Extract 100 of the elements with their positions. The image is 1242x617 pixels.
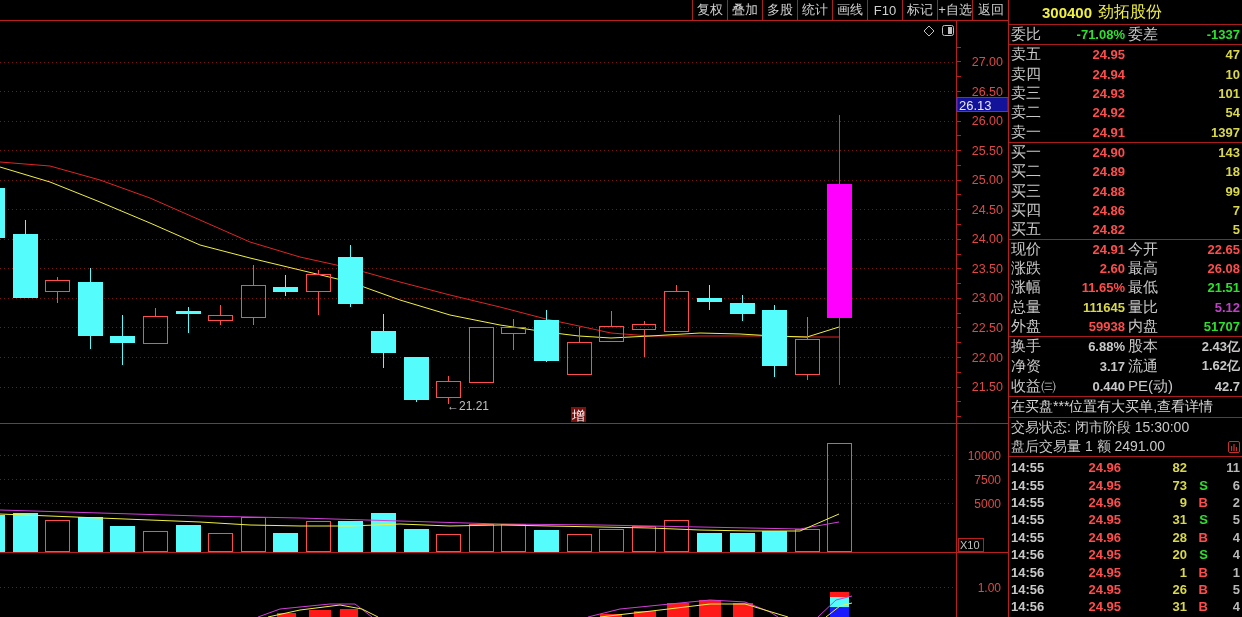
ask-volume: 101: [1217, 86, 1240, 101]
trade-volume: 26: [1171, 581, 1187, 597]
trade-time: 14:55: [1011, 477, 1046, 493]
volume-scale-label: X10: [958, 538, 984, 552]
trade-side: B: [1197, 529, 1209, 545]
volume-bar: [45, 520, 70, 552]
candlestick: [730, 294, 755, 322]
price-axis-label: 21.50: [971, 380, 1003, 395]
volume-bar: [371, 513, 396, 552]
field-label: 涨幅: [1011, 278, 1042, 298]
volume-bar: [13, 513, 38, 552]
candlestick: [795, 316, 820, 381]
bid-volume: 7: [1231, 202, 1240, 218]
trade-time: 14:55: [1011, 460, 1046, 476]
histogram-bar: [830, 592, 849, 617]
volume-bar: [501, 524, 526, 552]
ask-level-label: 卖四: [1011, 64, 1042, 84]
volume-bar: [469, 524, 494, 552]
trade-status: 交易状态: 闭市阶段 15:30:00: [1011, 418, 1190, 437]
low-price-marker: ←21.21: [447, 399, 490, 413]
volume-bar: [534, 530, 559, 552]
bid-price: 24.88: [1091, 183, 1125, 199]
price-axis-label: 22.50: [971, 320, 1003, 335]
field-label: 涨跌: [1011, 259, 1042, 279]
trade-price: 24.96: [1087, 529, 1121, 545]
bar-chart-icon[interactable]: [1228, 440, 1240, 453]
field-label: 委差: [1127, 25, 1159, 44]
field-value: 3.17: [1098, 359, 1125, 374]
candlestick: [45, 276, 70, 304]
field-value: 59938: [1087, 318, 1125, 334]
price-axis-label: 23.00: [971, 291, 1003, 306]
ask-price: 24.95: [1091, 47, 1125, 63]
volume-bar: [273, 533, 298, 552]
current-price-tag: 26.13: [956, 97, 1008, 113]
field-label: 换手: [1011, 337, 1042, 357]
bid-price: 24.86: [1091, 202, 1125, 218]
volume-bar: [697, 533, 722, 552]
volume-bar: [78, 517, 103, 552]
bid-volume: 18: [1224, 164, 1240, 180]
field-value: 5.12: [1213, 299, 1240, 315]
candlestick: [241, 264, 266, 326]
diamond-icon[interactable]: [923, 25, 935, 37]
field-value: -71.08%: [1075, 27, 1125, 42]
trade-volume: 82: [1171, 460, 1187, 476]
field-label: PE(动): [1127, 376, 1174, 396]
after-hours-volume: 盘后交易量 1 额 2491.00: [1011, 437, 1166, 456]
trade-count: 4: [1231, 547, 1240, 563]
bid-volume: 143: [1217, 145, 1240, 161]
price-axis-label: 24.00: [971, 232, 1003, 247]
trade-count: 5: [1231, 581, 1240, 597]
trade-count: 5: [1231, 512, 1240, 528]
volume-bar: [730, 533, 755, 552]
candlestick: [273, 274, 298, 297]
field-value: 24.91: [1091, 242, 1125, 258]
volume-axis-label: 10000: [967, 449, 1001, 463]
ask-level-label: 卖五: [1011, 45, 1042, 65]
field-value: 21.51: [1206, 280, 1240, 296]
field-label: 量比: [1127, 297, 1159, 317]
ask-level-label: 卖一: [1011, 122, 1042, 142]
field-value: -1337: [1205, 27, 1240, 42]
trade-time: 14:55: [1011, 494, 1046, 510]
field-value: 2.43亿: [1200, 337, 1240, 356]
price-axis-label: 27.00: [971, 55, 1003, 69]
trade-price: 24.96: [1087, 494, 1121, 510]
bid-level-label: 买三: [1011, 181, 1042, 201]
field-value: 42.7: [1213, 378, 1240, 394]
histogram-bar: [340, 609, 358, 617]
histogram-bar: [600, 614, 622, 617]
panel-layout-icon[interactable]: [942, 25, 954, 36]
volume-bar: [338, 521, 363, 552]
field-label: 流通: [1127, 357, 1159, 376]
field-label: 外盘: [1011, 316, 1042, 336]
stock-name: 劲拓股份: [1098, 1, 1163, 22]
volume-axis-label: 5000: [974, 497, 1001, 511]
bid-price: 24.89: [1091, 164, 1125, 180]
ask-level-label: 卖二: [1011, 103, 1042, 123]
trade-price: 24.95: [1087, 477, 1121, 493]
bid-level-label: 买一: [1011, 143, 1042, 163]
candlestick: [404, 356, 429, 403]
field-value: 11.65%: [1080, 280, 1125, 296]
field-value: 51707: [1202, 318, 1240, 334]
ask-level-label: 卖三: [1011, 84, 1042, 103]
trade-time: 14:55: [1011, 512, 1046, 528]
toolbar-button[interactable]: +自选: [937, 0, 972, 20]
ask-volume: 1397: [1210, 124, 1240, 140]
trade-time: 14:56: [1011, 564, 1046, 580]
volume-bar: [599, 529, 624, 552]
candlestick: [534, 309, 559, 363]
trade-side: B: [1197, 564, 1209, 580]
field-value: 22.65: [1206, 242, 1240, 258]
ask-price: 24.93: [1091, 86, 1125, 101]
volume-bar: [241, 517, 266, 552]
candlestick: [567, 326, 592, 375]
ask-price: 24.94: [1091, 66, 1125, 82]
price-axis-label: 23.50: [971, 261, 1003, 276]
trade-count: 1: [1231, 564, 1240, 580]
volume-bar: [306, 521, 331, 552]
field-label: 今开: [1127, 240, 1159, 260]
trade-count: 2: [1231, 494, 1240, 510]
large-order-link[interactable]: 在买盘***位置有大买单,查看详情: [1011, 398, 1240, 416]
